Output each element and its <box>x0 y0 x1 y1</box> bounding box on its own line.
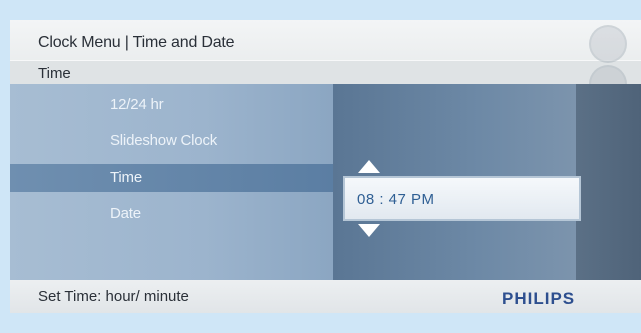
triangle-down-icon[interactable] <box>358 224 380 237</box>
menu-item-date[interactable]: Date <box>110 205 141 222</box>
time-value: 08 : 47 PM <box>357 191 435 208</box>
help-hint: Set Time: hour/ minute <box>38 288 189 305</box>
clock-menu-screen: Clock Menu | Time and Date Time 12/24 hr… <box>10 20 641 313</box>
brand-logo: PHILIPS <box>502 289 576 308</box>
menu-header: Clock Menu | Time and Date Time <box>10 20 641 87</box>
triangle-up-icon[interactable] <box>358 160 380 173</box>
footer-bar: Set Time: hour/ minute PHILIPS <box>10 280 641 313</box>
menu-item-time[interactable]: Time <box>110 169 142 186</box>
menu-list: 12/24 hr Slideshow Clock Time Date <box>10 84 333 280</box>
watermark-circle-icon <box>589 25 627 63</box>
subtitle-row: Time <box>10 60 641 87</box>
selected-row-highlight <box>10 164 333 192</box>
right-strip <box>576 84 641 280</box>
page-title: Clock Menu | Time and Date <box>38 34 235 51</box>
menu-item-slideshow-clock[interactable]: Slideshow Clock <box>110 132 217 149</box>
menu-item-12-24-hr[interactable]: 12/24 hr <box>110 96 164 113</box>
page-subtitle: Time <box>38 65 71 82</box>
time-input[interactable]: 08 : 47 PM <box>343 176 581 221</box>
